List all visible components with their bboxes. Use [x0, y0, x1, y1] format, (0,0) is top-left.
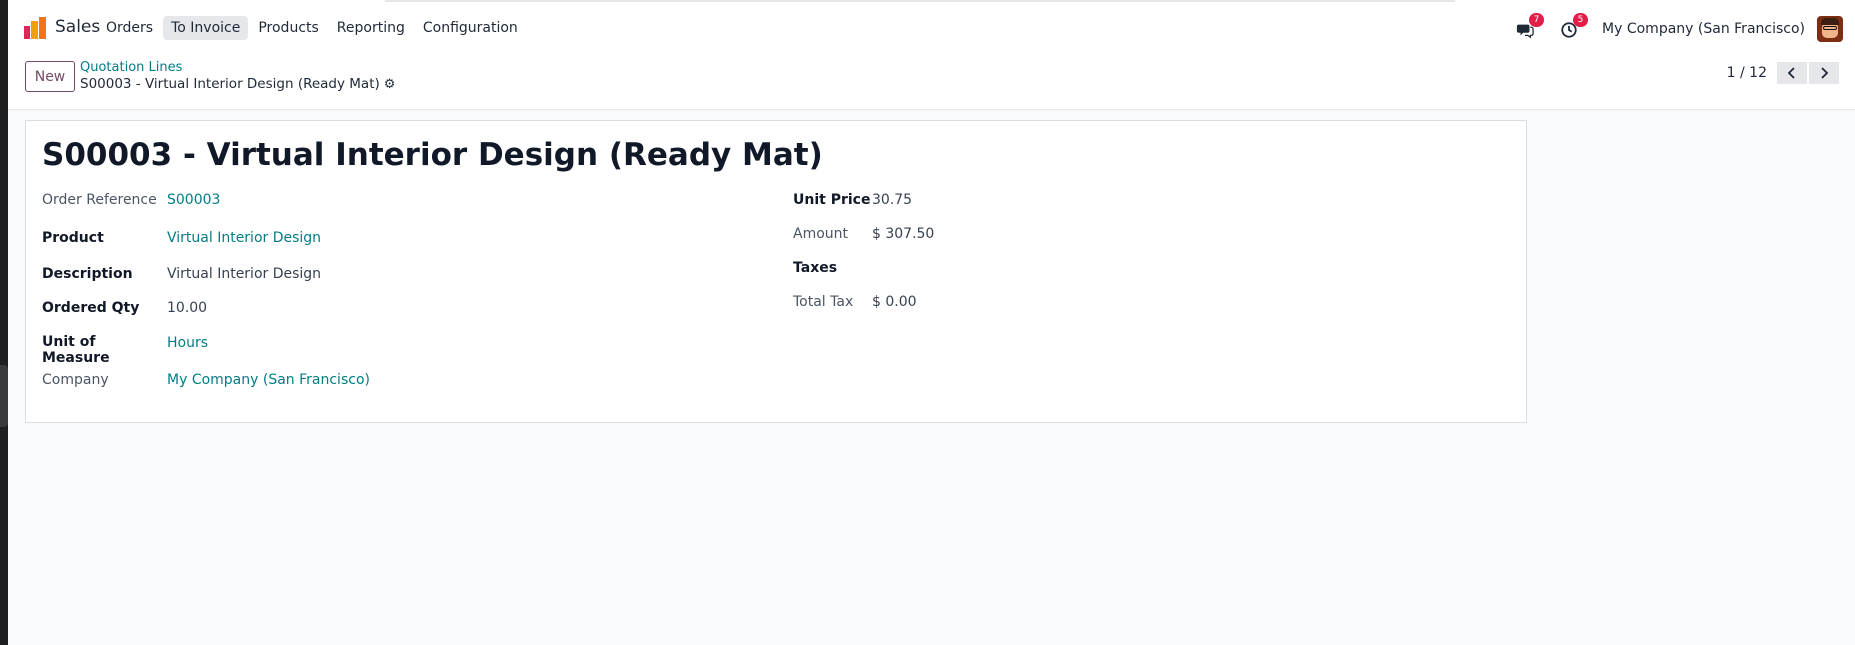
pager: 1 / 12: [1727, 62, 1839, 84]
field-label: Description: [42, 266, 133, 282]
field-label: Taxes: [793, 260, 838, 276]
pager-previous-button[interactable]: [1777, 62, 1807, 84]
chevron-left-icon: [1787, 67, 1795, 79]
user-avatar[interactable]: [1817, 15, 1843, 42]
activities-count-badge: 5: [1573, 12, 1589, 27]
new-button[interactable]: New: [25, 61, 75, 92]
amount-value: $ 307.50: [872, 226, 935, 242]
messages-count-badge: 7: [1529, 12, 1545, 27]
menu-configuration[interactable]: Configuration: [415, 16, 526, 40]
window-edge-handle: [0, 365, 8, 427]
pager-next-button[interactable]: [1809, 62, 1839, 84]
field-label: Amount: [793, 226, 849, 242]
field-company: Company My Company (San Francisco): [42, 372, 370, 388]
breadcrumb-parent[interactable]: Quotation Lines: [80, 60, 182, 75]
field-unit-of-measure: Unit of Measure Hours: [42, 334, 208, 366]
field-label: Product: [42, 230, 104, 246]
field-order-reference: Order Reference S00003: [42, 192, 220, 208]
field-amount: Amount $ 307.50: [793, 226, 934, 242]
menu-orders[interactable]: Orders: [98, 16, 161, 40]
pager-value[interactable]: 1 / 12: [1727, 65, 1767, 81]
form-sheet: S00003 - Virtual Interior Design (Ready …: [25, 120, 1527, 423]
field-label: Unit of Measure: [42, 334, 110, 366]
product-link[interactable]: Virtual Interior Design: [167, 230, 321, 246]
breadcrumb-current-label: S00003 - Virtual Interior Design (Ready …: [80, 76, 380, 92]
messages-button[interactable]: 7: [1514, 12, 1545, 41]
app-name[interactable]: Sales: [55, 17, 100, 37]
menu-products[interactable]: Products: [250, 16, 326, 40]
field-label: Company: [42, 372, 109, 388]
control-panel: New Quotation Lines S00003 - Virtual Int…: [8, 44, 1855, 110]
record-title: S00003 - Virtual Interior Design (Ready …: [42, 137, 823, 173]
description-value[interactable]: Virtual Interior Design: [167, 266, 321, 282]
sales-logo-icon[interactable]: [24, 17, 46, 39]
window-left-edge: [0, 0, 8, 645]
gear-icon[interactable]: ⚙: [384, 77, 396, 92]
field-description: Description Virtual Interior Design: [42, 266, 321, 282]
top-divider: [385, 0, 1455, 2]
unit-price-value[interactable]: 30.75: [872, 192, 912, 208]
total-tax-value: $ 0.00: [872, 294, 917, 310]
ordered-qty-value[interactable]: 10.00: [167, 300, 207, 316]
order-reference-link[interactable]: S00003: [167, 192, 220, 208]
chevron-right-icon: [1821, 67, 1829, 79]
field-label: Unit Price: [793, 192, 871, 208]
field-product: Product Virtual Interior Design: [42, 230, 321, 246]
field-taxes: Taxes: [793, 260, 872, 276]
company-switcher[interactable]: My Company (San Francisco): [1602, 21, 1805, 37]
field-label: Ordered Qty: [42, 300, 140, 316]
field-label: Total Tax: [793, 294, 854, 310]
company-link[interactable]: My Company (San Francisco): [167, 372, 370, 388]
unit-of-measure-link[interactable]: Hours: [167, 335, 208, 366]
field-total-tax: Total Tax $ 0.00: [793, 294, 917, 310]
activities-button[interactable]: 5: [1558, 12, 1589, 41]
breadcrumb-current: S00003 - Virtual Interior Design (Ready …: [80, 76, 395, 92]
menu-to-invoice[interactable]: To Invoice: [163, 16, 249, 40]
main-menu: Orders To Invoice Products Reporting Con…: [98, 16, 528, 40]
menu-reporting[interactable]: Reporting: [329, 16, 413, 40]
field-unit-price: Unit Price 30.75: [793, 192, 912, 208]
field-label: Order Reference: [42, 192, 157, 208]
field-ordered-qty: Ordered Qty 10.00: [42, 300, 207, 316]
